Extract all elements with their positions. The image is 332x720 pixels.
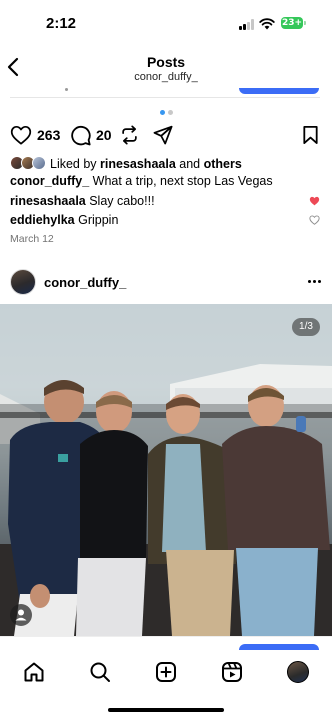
liked-by-user[interactable]: rinesashaala	[100, 157, 176, 171]
profile-avatar	[287, 661, 309, 683]
battery-indicator: 23+	[281, 17, 306, 29]
post-actions: 263 20	[0, 124, 332, 148]
divider	[10, 97, 320, 98]
liked-by-row[interactable]: Liked by rinesashaala and others	[10, 156, 320, 172]
status-time: 2:12	[46, 15, 77, 32]
save-button[interactable]	[302, 124, 319, 146]
create-icon[interactable]	[153, 659, 179, 685]
previous-post-edge	[0, 86, 332, 98]
profile-tab[interactable]	[285, 659, 311, 685]
liked-by-prefix: Liked by	[50, 157, 101, 171]
liked-by-text: Liked by rinesashaala and others	[50, 157, 242, 171]
comment-button[interactable]: 20	[70, 124, 112, 146]
comment-text: Grippin	[74, 213, 119, 227]
wifi-icon	[259, 18, 275, 30]
tagged-users-icon[interactable]	[10, 604, 32, 626]
comment-item: rinesashaala Slay cabo!!!	[10, 194, 320, 210]
more-options-icon[interactable]	[308, 280, 322, 284]
liked-by-others[interactable]: others	[204, 157, 242, 171]
search-icon[interactable]	[87, 659, 113, 685]
home-icon[interactable]	[21, 659, 47, 685]
nav-header: Posts conor_duffy_	[0, 44, 332, 92]
avatar[interactable]	[10, 269, 36, 295]
cellular-signal-icon	[239, 19, 255, 30]
accent-bar	[239, 644, 319, 650]
like-count: 263	[37, 127, 61, 143]
bookmark-icon	[303, 126, 318, 144]
repost-button[interactable]	[120, 124, 139, 146]
bottom-tab-bar	[0, 636, 332, 720]
post-header: conor_duffy_	[0, 266, 332, 300]
caption-text: What a trip, next stop Las Vegas	[89, 174, 273, 188]
caption-username[interactable]: conor_duffy_	[10, 174, 89, 188]
comment-icon	[71, 125, 91, 145]
comment-item: eddiehylka Grippin	[10, 213, 320, 229]
share-icon	[153, 125, 173, 145]
post-username[interactable]: conor_duffy_	[44, 275, 126, 290]
carousel-dots	[160, 110, 174, 116]
comment-like-icon[interactable]	[309, 196, 320, 206]
home-indicator	[108, 708, 224, 712]
photo-counter: 1/3	[292, 318, 320, 336]
carousel-dot	[168, 110, 173, 115]
liked-by-and: and	[175, 157, 204, 171]
comment-username[interactable]: eddiehylka	[10, 213, 75, 227]
status-bar: 2:12 23+	[0, 0, 332, 44]
liker-avatars	[10, 156, 50, 172]
post-caption: conor_duffy_ What a trip, next stop Las …	[10, 174, 310, 188]
avatar	[32, 156, 46, 170]
repost-icon	[122, 125, 137, 145]
page-subtitle: conor_duffy_	[134, 71, 198, 83]
post-date: March 12	[10, 233, 54, 245]
reels-icon[interactable]	[219, 659, 245, 685]
comment-text: Slay cabo!!!	[85, 194, 155, 208]
share-button[interactable]	[153, 124, 173, 146]
like-button[interactable]: 263	[10, 124, 60, 146]
comment-username[interactable]: rinesashaala	[10, 194, 86, 208]
post-photo[interactable]: 1/3	[0, 304, 332, 636]
carousel-dot-active	[160, 110, 165, 115]
heart-icon	[10, 125, 32, 145]
accent-bar	[239, 88, 319, 94]
comment-count: 20	[96, 127, 112, 143]
page-title: Posts	[146, 54, 186, 70]
photo-illustration	[0, 304, 332, 636]
comment-like-icon[interactable]	[309, 215, 320, 225]
